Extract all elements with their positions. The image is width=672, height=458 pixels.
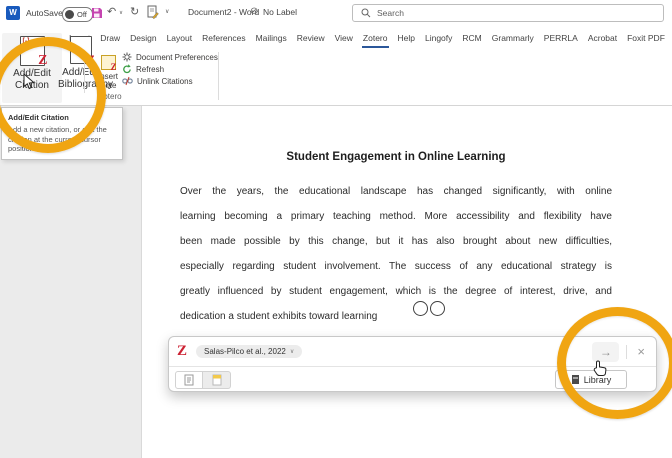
tab-view[interactable]: View [330, 27, 358, 49]
library-icon [571, 374, 580, 385]
tab-mailings[interactable]: Mailings [251, 27, 292, 49]
document-view-toggle-button[interactable] [175, 371, 203, 389]
save-button[interactable] [91, 6, 103, 24]
ribbon-separator [218, 52, 219, 100]
library-button-label: Library [584, 375, 612, 385]
tab-rcm[interactable]: RCM [457, 27, 486, 49]
search-input[interactable]: Search [352, 4, 664, 22]
citation-input-bar[interactable]: Z Salas-Pilco et al., 2022 ∨ → × [169, 337, 656, 367]
zotero-logo-icon: Z [177, 344, 187, 359]
insert-note-icon: Z [101, 55, 116, 70]
document-preferences-label: Document Preferences [136, 53, 218, 62]
tab-perrla[interactable]: PERRLA [539, 27, 583, 49]
citation-chip[interactable]: Salas-Pilco et al., 2022 ∨ [196, 345, 302, 358]
save-icon [91, 7, 103, 19]
tab-foxit-pdf[interactable]: Foxit PDF [622, 27, 670, 49]
zotero-z-glyph: Z [38, 53, 47, 69]
undo-dropdown-caret-icon[interactable]: ∨ [119, 10, 123, 16]
tab-review[interactable]: Review [292, 27, 330, 49]
tab-grammarly[interactable]: Grammarly [487, 27, 539, 49]
add-edit-citation-icon: [-] Z [20, 36, 45, 66]
tooltip-title: Add/Edit Citation [8, 113, 116, 122]
ribbon-separator [84, 55, 85, 93]
document-line: Over the years, the educational landscap… [180, 186, 612, 197]
search-placeholder: Search [377, 8, 404, 18]
library-button[interactable]: Library [555, 370, 627, 389]
citation-placeholder-circle [413, 301, 428, 316]
word-window: W AutoSave Off ↶ ∨ ↻ ∨ Document2 - Word … [0, 0, 672, 458]
refresh-label: Refresh [136, 65, 164, 74]
draft-page-icon [147, 5, 159, 19]
window-title: Document2 - Word [188, 7, 259, 17]
add-edit-citation-label-2: Citation [2, 80, 62, 92]
unlink-citations-label: Unlink Citations [137, 77, 193, 86]
refresh-icon [122, 64, 132, 74]
redo-button[interactable]: ↻ [130, 5, 139, 18]
close-icon: × [637, 344, 645, 359]
citation-brackets-glyph: [-] [23, 38, 30, 45]
tab-lingofy[interactable]: Lingofy [420, 27, 457, 49]
arrow-right-icon: → [600, 345, 612, 359]
citation-chip-label: Salas-Pilco et al., 2022 [204, 347, 286, 356]
sensitivity-label-icon: ⊘ [250, 6, 258, 17]
tab-references[interactable]: References [197, 27, 250, 49]
refresh-button[interactable]: Refresh [122, 64, 164, 74]
tab-layout[interactable]: Layout [162, 27, 198, 49]
tab-zotero[interactable]: Zotero [358, 27, 393, 49]
close-dialog-button[interactable]: × [634, 345, 648, 358]
tab-help[interactable]: Help [393, 27, 420, 49]
citation-dialog-toolbar: Library [169, 367, 656, 392]
unlink-icon [122, 76, 133, 86]
document-line: dedication a student exhibits toward lea… [180, 311, 612, 322]
autosave-state-label: Off [77, 10, 87, 19]
ribbon-group-label: Zotero [60, 92, 160, 101]
word-logo-icon: W [6, 6, 20, 20]
document-heading: Student Engagement in Online Learning [180, 151, 612, 163]
note-icon [212, 374, 222, 386]
undo-icon: ↶ [107, 6, 116, 18]
autosave-label: AutoSave [26, 8, 63, 18]
document-preferences-button[interactable]: Document Preferences [122, 52, 218, 62]
tab-acrobat[interactable]: Acrobat [583, 27, 622, 49]
dialog-divider [626, 345, 627, 359]
draft-button[interactable] [147, 5, 159, 24]
tooltip-body: Add a new citation, or edit the citation… [8, 125, 116, 154]
document-line: greatly influenced by student engagement… [180, 286, 612, 297]
quick-access-overflow-caret-icon[interactable]: ∨ [165, 8, 169, 15]
unlink-citations-button[interactable]: Unlink Citations [122, 76, 193, 86]
accept-citation-button[interactable]: → [592, 342, 619, 362]
chevron-down-icon: ∨ [290, 348, 294, 355]
search-icon [361, 8, 371, 18]
document-icon [184, 374, 194, 386]
tab-design[interactable]: Design [125, 27, 161, 49]
autosave-knob [65, 10, 74, 19]
document-line: learning becoming a primary teaching met… [180, 211, 612, 222]
undo-button[interactable]: ↶ [107, 5, 116, 18]
add-edit-citation-tooltip: Add/Edit Citation Add a new citation, or… [1, 107, 123, 160]
sensitivity-label[interactable]: No Label [263, 7, 297, 17]
title-bar: W AutoSave Off ↶ ∨ ↻ ∨ Document2 - Word … [0, 0, 672, 26]
zotero-z-glyph: Z [110, 62, 116, 72]
gear-icon [122, 52, 132, 62]
citation-placeholder-circle [430, 301, 445, 316]
ribbon-tab-row: Insert Draw Design Layout References Mai… [64, 26, 670, 50]
redo-icon: ↻ [130, 6, 139, 18]
document-line: been made possible by this change, but i… [180, 236, 612, 247]
zotero-citation-dialog: Z Salas-Pilco et al., 2022 ∨ → × [168, 336, 657, 392]
add-edit-citation-label-1: Add/Edit [2, 68, 62, 80]
autosave-toggle[interactable]: Off [62, 7, 93, 22]
note-view-toggle-button[interactable] [203, 371, 231, 389]
document-line: especially regarding student involvement… [180, 261, 612, 272]
add-edit-citation-button[interactable]: [-] Z Add/Edit Citation [2, 33, 62, 103]
